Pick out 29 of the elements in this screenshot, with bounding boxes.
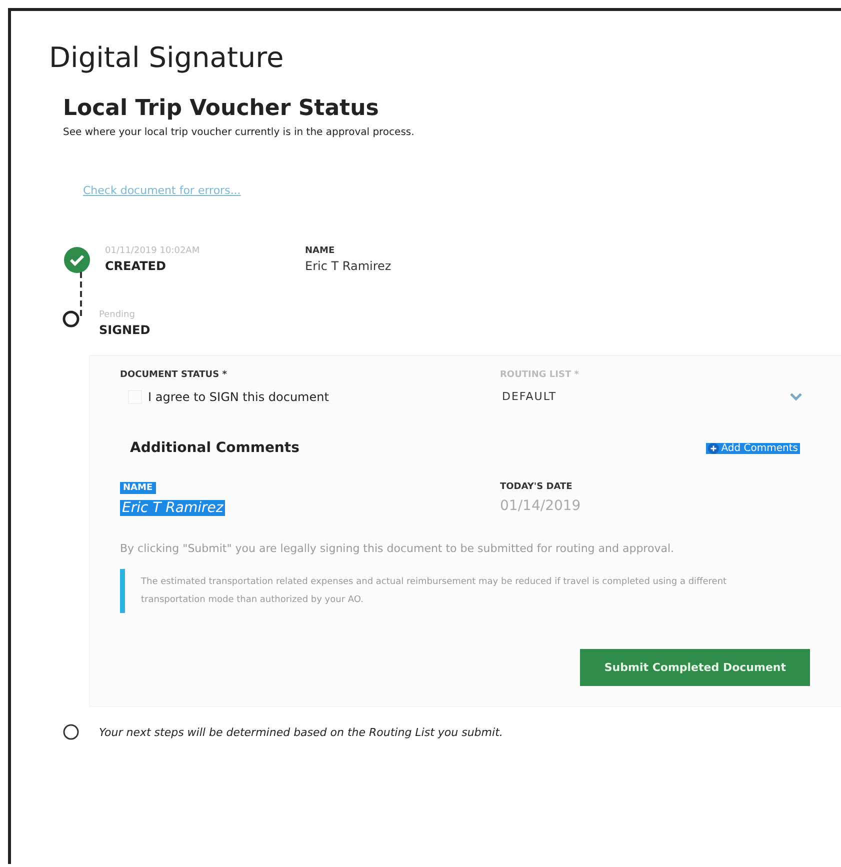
section-subtitle: See where your local trip voucher currently is in the approval process. [63,127,416,138]
chevron-down-icon [790,392,802,400]
timeline-connector [80,272,84,316]
page-title: Digital Signature [49,41,285,74]
step-time: 01/11/2019 10:02AM [105,246,201,256]
field-label: TODAY'S DATE [500,482,572,492]
step-status: SIGNED [99,323,152,337]
plus-circle-icon [708,442,720,454]
legal-disclaimer: By clicking "Submit" you are legally signing this document to be submitted for routing and approval. [120,542,675,555]
step-time: Pending [99,310,136,320]
field-label: DOCUMENT STATUS * [120,370,227,380]
info-note: The estimated transportation related expenses and actual reimbursement may be reduced if travel is completed using a different transportation mode than authorized by your AO. [120,569,801,613]
date-value: 01/14/2019 [500,498,582,514]
field-label: ROUTING LIST * [500,370,579,380]
signer-name: Eric T Ramirez [120,500,226,516]
circle-icon [62,723,80,741]
next-steps-text: Your next steps will be determined based on the Routing List you submit. [99,726,503,738]
section-title: Local Trip Voucher Status [63,96,380,121]
check-errors-link[interactable]: Check document for errors... [83,184,241,197]
check-circle-icon [63,246,91,274]
comments-heading: Additional Comments [130,440,300,456]
circle-icon [62,310,80,328]
submit-button[interactable]: Submit Completed Document [580,649,810,686]
step-status: CREATED [105,259,167,273]
field-label: NAME [305,246,335,256]
name-value: Eric T Ramirez [305,259,392,273]
add-comments-button[interactable]: Add Comments [706,442,800,454]
field-label: NAME [120,482,156,494]
sign-checkbox[interactable]: I agree to SIGN this document [128,390,500,404]
